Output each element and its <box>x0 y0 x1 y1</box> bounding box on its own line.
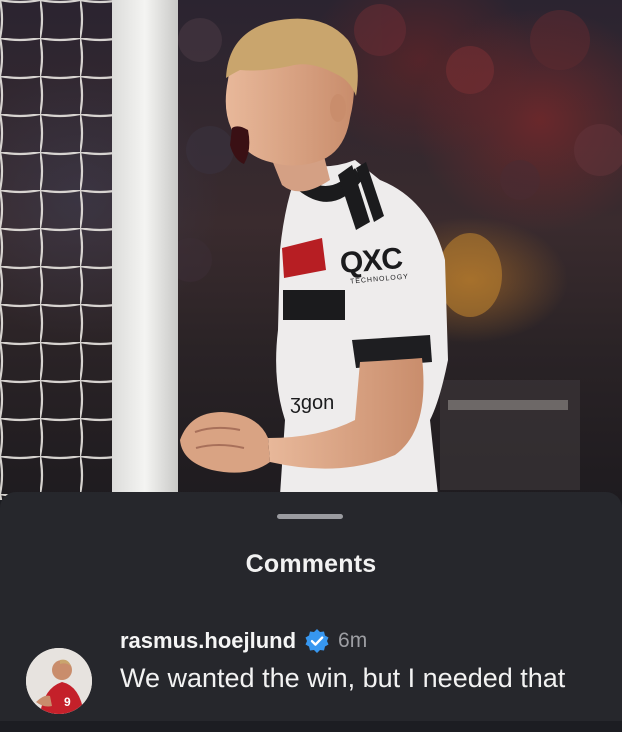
comment-meta: rasmus.hoejlund 6m <box>120 626 367 656</box>
comment-username[interactable]: rasmus.hoejlund <box>120 628 296 654</box>
comment-item[interactable]: 9 rasmus.hoejlund 6m We wanted the win, … <box>0 622 622 732</box>
post-photo[interactable]: QXC TECHNOLOGY ʒgon <box>0 0 622 500</box>
sheet-title: Comments <box>245 550 377 578</box>
comments-sheet: Comments 9 rasmus.hoejlund 6m We wanted <box>0 492 622 721</box>
avatar-number: 9 <box>64 695 71 709</box>
celebration-photo <box>0 0 622 500</box>
sheet-drag-handle[interactable] <box>277 514 343 519</box>
verified-badge-icon <box>304 628 330 654</box>
comment-text: We wanted the win, but I needed that <box>120 663 566 693</box>
comment-time: 6m <box>338 629 368 652</box>
avatar[interactable]: 9 <box>26 648 92 714</box>
shirt-text: ʒgon <box>290 392 335 414</box>
avatar-photo: 9 <box>26 648 92 714</box>
